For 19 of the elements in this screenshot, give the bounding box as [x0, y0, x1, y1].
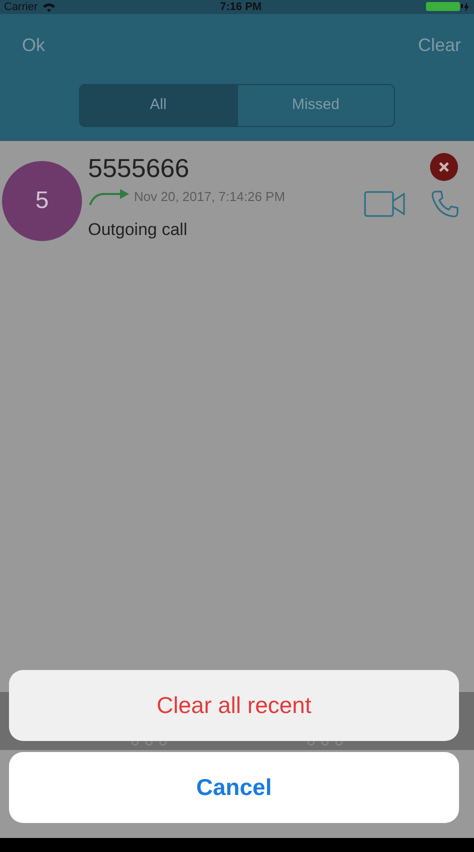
filter-tab[interactable]: All	[80, 85, 236, 126]
filter-tab[interactable]: Missed	[236, 85, 394, 126]
clock-label: 7:16 PM	[220, 2, 262, 12]
call-description: Outgoing call	[88, 218, 188, 240]
outgoing-arrow-icon	[88, 188, 130, 206]
clear-button[interactable]: Clear	[418, 32, 461, 59]
video-call-button[interactable]	[364, 191, 406, 217]
carrier-label: Carrier	[4, 2, 38, 12]
cancel-button[interactable]: Cancel	[9, 752, 459, 823]
call-timestamp: Nov 20, 2017, 7:14:26 PM	[134, 188, 286, 206]
phone-call-button[interactable]	[430, 189, 460, 219]
ok-button[interactable]: Ok	[22, 32, 46, 59]
wifi-icon	[42, 2, 56, 12]
delete-button[interactable]	[430, 153, 458, 181]
contact-avatar: 5	[2, 161, 82, 241]
battery-icon	[426, 2, 470, 12]
clear-all-button[interactable]: Clear all recent	[9, 670, 459, 741]
close-icon	[439, 162, 449, 172]
phone-number: 5555666	[88, 153, 190, 183]
